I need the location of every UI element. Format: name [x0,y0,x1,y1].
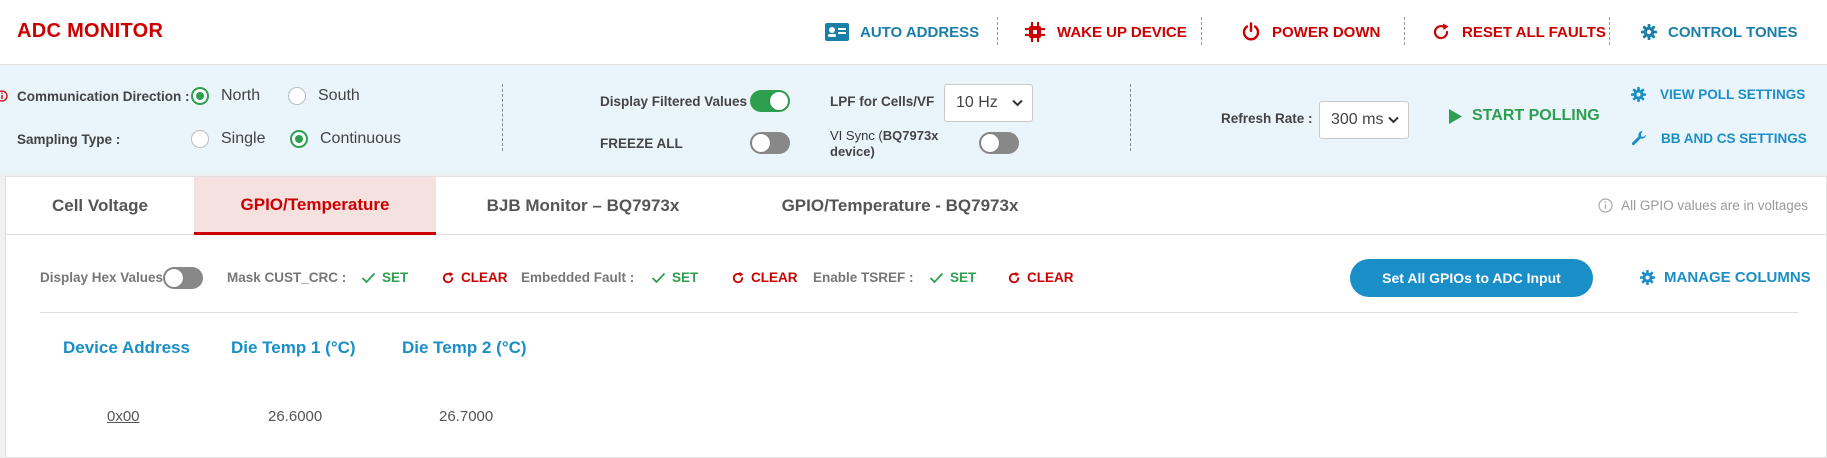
bb-cs-settings-link[interactable]: BB AND CS SETTINGS [1631,130,1807,146]
embedded-fault-set-button[interactable]: SET [651,270,698,285]
display-hex-toggle[interactable] [163,267,203,289]
chevron-down-icon [1388,116,1399,124]
mask-cust-crc-set-button[interactable]: SET [361,270,408,285]
display-filtered-values-toggle[interactable] [750,90,790,112]
section-divider [1130,84,1131,151]
main-panel: Cell Voltage GPIO/Temperature BJB Monito… [5,176,1827,458]
refresh-icon [1433,23,1449,40]
embedded-fault-label: Embedded Fault : [521,270,635,285]
radio-north[interactable]: North [191,87,260,105]
mask-cust-crc-clear-button[interactable]: CLEAR [441,270,508,285]
radio-indicator [290,130,308,148]
enable-tsref-label: Enable TSREF : [813,270,914,285]
auto-address-button[interactable]: AUTO ADDRESS [825,19,979,45]
gear-icon [1631,87,1646,102]
app-title: ADC MONITOR [17,20,164,42]
radio-continuous-label: Continuous [320,130,401,147]
radio-indicator [288,87,306,105]
check-icon [929,272,944,283]
radio-indicator [191,130,209,148]
column-header-die-temp-1[interactable]: Die Temp 1 (°C) [231,338,356,358]
reset-all-faults-button[interactable]: RESET ALL FAULTS [1431,19,1606,45]
power-down-button[interactable]: POWER DOWN [1241,19,1380,45]
enable-tsref-clear-button[interactable]: CLEAR [1007,270,1074,285]
check-icon [361,272,376,283]
freeze-all-label: FREEZE ALL [600,136,683,151]
table-cell-device-address[interactable]: 0x00 [107,408,140,425]
control-tones-button[interactable]: CONTROL TONES [1641,19,1797,45]
refresh-rate-label: Refresh Rate : [1221,111,1313,126]
vi-sync-toggle[interactable] [979,132,1019,154]
check-icon [651,272,666,283]
tab-cell-voltage[interactable]: Cell Voltage [6,177,194,235]
control-panel: Communication Direction : North South Sa… [0,65,1827,173]
refresh-rate-select-value: 300 ms [1331,111,1384,128]
auto-address-label: AUTO ADDRESS [860,23,980,41]
tab-bar: Cell Voltage GPIO/Temperature BJB Monito… [6,177,1826,235]
communication-direction-label: Communication Direction : [17,89,190,104]
info-icon [1598,198,1613,213]
header-divider [997,17,998,45]
tab-info-note: All GPIO values are in voltages [1598,198,1808,213]
column-header-die-temp-2[interactable]: Die Temp 2 (°C) [402,338,527,358]
wake-up-device-label: WAKE UP DEVICE [1057,23,1187,41]
display-filtered-values-label: Display Filtered Values [600,94,748,109]
reset-all-faults-label: RESET ALL FAULTS [1462,23,1606,41]
lpf-select[interactable]: 10 Hz [944,84,1033,122]
gear-icon [1640,270,1655,285]
section-divider [502,84,503,151]
power-icon [1242,22,1260,41]
enable-tsref-set-button[interactable]: SET [929,270,976,285]
display-hex-label: Display Hex Values [40,270,164,285]
control-tones-label: CONTROL TONES [1668,23,1798,41]
radio-single[interactable]: Single [191,130,265,148]
wrench-icon [1631,130,1647,146]
vi-sync-label: VI Sync (BQ7973x device) [830,128,939,159]
view-poll-settings-label: VIEW POLL SETTINGS [1660,87,1806,102]
radio-single-label: Single [221,130,266,147]
start-polling-button[interactable]: START POLLING [1448,107,1600,125]
refresh-icon [732,271,744,283]
table-cell-die-temp-1: 26.6000 [268,408,323,425]
radio-north-label: North [221,87,261,104]
tab-gpio-temperature-bq7973x[interactable]: GPIO/Temperature - BQ7973x [730,177,1070,235]
refresh-icon [1008,271,1020,283]
radio-south[interactable]: South [288,87,360,105]
header-divider [1201,17,1202,45]
embedded-fault-clear-button[interactable]: CLEAR [731,270,798,285]
id-card-icon [825,23,849,41]
lpf-label: LPF for Cells/VF [830,94,935,109]
tab-bjb-monitor[interactable]: BJB Monitor – BQ7973x [436,177,730,235]
play-icon [1449,108,1462,124]
lpf-select-value: 10 Hz [956,94,998,111]
freeze-all-toggle[interactable] [750,132,790,154]
column-header-device-address[interactable]: Device Address [63,338,190,358]
header-divider [1404,17,1405,45]
wake-up-device-button[interactable]: WAKE UP DEVICE [1024,19,1187,45]
toolbar-divider [40,312,1798,313]
refresh-rate-select[interactable]: 300 ms [1319,101,1409,139]
sampling-type-label: Sampling Type : [17,132,121,147]
chip-icon [1025,22,1045,42]
start-polling-label: START POLLING [1472,107,1600,124]
tab-gpio-temperature[interactable]: GPIO/Temperature [194,177,436,235]
power-down-label: POWER DOWN [1272,23,1381,41]
app-header: ADC MONITOR AUTO ADDRESS WAKE UP DEVICE … [0,0,1827,65]
info-icon [0,90,8,102]
radio-south-label: South [318,87,360,104]
table-cell-die-temp-2: 26.7000 [439,408,494,425]
radio-continuous[interactable]: Continuous [290,130,401,148]
refresh-icon [442,271,454,283]
gear-icon [1641,24,1657,40]
view-poll-settings-link[interactable]: VIEW POLL SETTINGS [1631,87,1805,102]
header-divider [1609,17,1610,45]
bb-cs-settings-label: BB AND CS SETTINGS [1661,130,1807,146]
set-all-gpios-button[interactable]: Set All GPIOs to ADC Input [1350,259,1593,297]
mask-cust-crc-label: Mask CUST_CRC : [227,270,347,285]
radio-indicator [191,87,209,105]
manage-columns-button[interactable]: MANAGE COLUMNS [1640,269,1811,286]
chevron-down-icon [1012,99,1023,107]
